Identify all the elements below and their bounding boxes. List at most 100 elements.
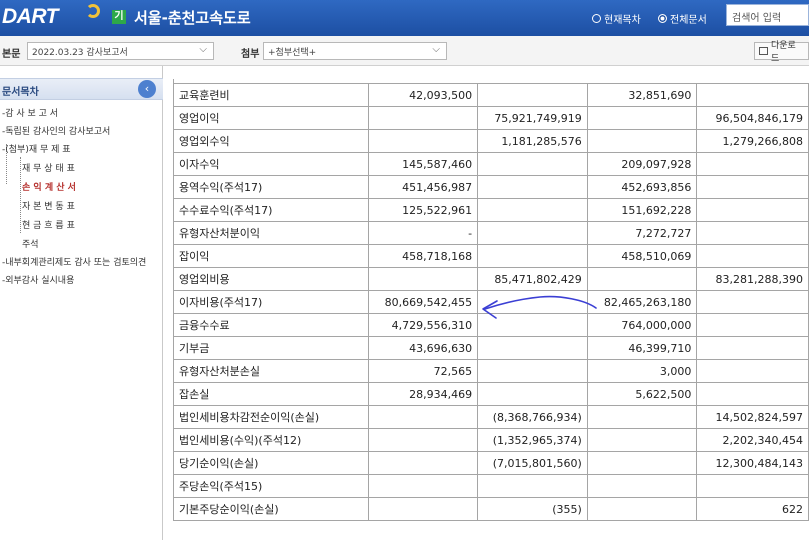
prior-total <box>696 221 809 245</box>
prior-detail <box>586 106 698 130</box>
table-row: 수수료수익(주석17) 125,522,961 151,692,228 <box>173 198 809 222</box>
current-detail <box>367 428 479 452</box>
prior-total: 14,502,824,597 <box>696 405 809 429</box>
company-type-badge: 기 <box>112 10 126 24</box>
table-row: 영업외비용 85,471,802,429 83,281,288,390 <box>173 267 809 291</box>
current-detail: 43,696,630 <box>367 336 479 360</box>
attach-select[interactable]: +첨부선택+ ⌵ <box>263 42 447 60</box>
toc-item-balance-sheet[interactable]: 재 무 상 태 표 <box>22 161 75 174</box>
app-header: DART 기 서울-춘천고속도로 현재목차 전체문서 검색어 입력 <box>0 0 809 36</box>
toc-item-independent-auditor[interactable]: -독립된 감사인의 감사보고서 <box>2 124 110 137</box>
current-detail: 42,093,500 <box>367 83 479 107</box>
table-row: 잡이익 458,718,168 458,510,069 <box>173 244 809 268</box>
prior-detail: 209,097,928 <box>586 152 698 176</box>
toc-item-notes[interactable]: 주석 <box>22 237 39 250</box>
current-total: (355) <box>477 497 588 521</box>
prior-total <box>696 336 809 360</box>
prior-total: 1,279,266,808 <box>696 129 809 153</box>
document-content: 교육훈련비 42,093,500 32,851,690 영업이익 75,921,749,… <box>170 66 809 540</box>
prior-detail <box>586 497 698 521</box>
toc-item-financial-statements[interactable]: -(첨부)재 무 제 표 <box>2 142 71 155</box>
prior-detail: 32,851,690 <box>586 83 698 107</box>
table-row: 유형자산처분이익 - 7,272,727 <box>173 221 809 245</box>
radio-all-docs[interactable]: 전체문서 <box>658 11 707 26</box>
toc-item-cash-flow[interactable]: 현 금 흐 름 표 <box>22 218 75 231</box>
prior-detail <box>586 428 698 452</box>
current-total <box>477 382 588 406</box>
prior-detail: 458,510,069 <box>586 244 698 268</box>
current-detail: 451,456,987 <box>367 175 479 199</box>
toc-item-equity-changes[interactable]: 자 본 변 동 표 <box>22 199 75 212</box>
prior-detail: 151,692,228 <box>586 198 698 222</box>
current-detail: 80,669,542,455 <box>367 290 479 314</box>
chevron-down-icon: ⌵ <box>199 44 207 55</box>
toc-sidebar: 문서목차 ‹ -감 사 보 고 서 -독립된 감사인의 감사보고서 -(첨부)재… <box>0 66 163 540</box>
prior-detail <box>586 129 698 153</box>
prior-detail <box>586 451 698 475</box>
current-total: 85,471,802,429 <box>477 267 588 291</box>
current-detail <box>367 497 479 521</box>
current-total: 75,921,749,919 <box>477 106 588 130</box>
prior-total: 2,202,340,454 <box>696 428 809 452</box>
radio-all-label: 전체문서 <box>670 15 707 26</box>
prior-total: 12,300,484,143 <box>696 451 809 475</box>
current-detail: 125,522,961 <box>367 198 479 222</box>
table-row: 법인세비용(수익)(주석12) (1,352,965,374) 2,202,340,… <box>173 428 809 452</box>
row-label: 유형자산처분이익 <box>173 221 369 245</box>
dart-logo[interactable]: DART <box>2 5 58 29</box>
main-doc-label: 본문 <box>2 49 21 60</box>
current-total <box>477 359 588 383</box>
toc-item-audit-report[interactable]: -감 사 보 고 서 <box>2 106 58 119</box>
row-label: 수수료수익(주석17) <box>173 198 369 222</box>
table-row: 금융수수료 4,729,556,310 764,000,000 <box>173 313 809 337</box>
table-row: 당기순이익(손실) (7,015,801,560) 12,300,484,143 <box>173 451 809 475</box>
prior-total <box>696 175 809 199</box>
logo-swoosh-icon <box>86 4 100 18</box>
dart-viewer: DART 기 서울-춘천고속도로 현재목차 전체문서 검색어 입력 본문 202… <box>0 0 809 540</box>
prior-total: 622 <box>696 497 809 521</box>
table-row: 교육훈련비 42,093,500 32,851,690 <box>173 83 809 107</box>
current-total: 1,181,285,576 <box>477 129 588 153</box>
row-label: 법인세비용차감전순이익(손실) <box>173 405 369 429</box>
current-total <box>477 474 588 498</box>
current-detail: - <box>367 221 479 245</box>
row-label: 영업외수익 <box>173 129 369 153</box>
radio-off-icon <box>592 14 601 23</box>
prior-detail: 7,272,727 <box>586 221 698 245</box>
toc-item-income-statement[interactable]: 손 익 계 산 서 <box>22 180 76 193</box>
download-button[interactable]: 다운로드 <box>754 41 809 64</box>
prior-detail: 764,000,000 <box>586 313 698 337</box>
row-label: 잡손실 <box>173 382 369 406</box>
main-doc-select-value: 2022.03.23 감사보고서 <box>32 48 128 58</box>
current-total: (8,368,766,934) <box>477 405 588 429</box>
row-label: 주당손익(주석15) <box>173 474 369 498</box>
toc-item-internal-control[interactable]: -내부회계관리제도 감사 또는 검토의견 <box>2 255 146 268</box>
prior-detail <box>586 267 698 291</box>
current-detail <box>367 474 479 498</box>
row-label: 영업외비용 <box>173 267 369 291</box>
row-label: 기본주당순이익(손실) <box>173 497 369 521</box>
radio-current-label: 현재목차 <box>604 15 641 26</box>
row-label: 기부금 <box>173 336 369 360</box>
attach-select-value: +첨부선택+ <box>268 48 317 58</box>
radio-current-toc[interactable]: 현재목차 <box>592 11 641 26</box>
prior-detail: 452,693,856 <box>586 175 698 199</box>
main-doc-select[interactable]: 2022.03.23 감사보고서 ⌵ <box>27 42 214 60</box>
table-row: 영업이익 75,921,749,919 96,504,846,179 <box>173 106 809 130</box>
current-total <box>477 198 588 222</box>
chevron-down-icon: ⌵ <box>432 44 440 55</box>
prior-total <box>696 152 809 176</box>
table-row: 주당손익(주석15) <box>173 474 809 498</box>
search-input[interactable]: 검색어 입력 <box>726 4 809 26</box>
chevron-left-icon[interactable]: ‹ <box>138 80 156 98</box>
toc-item-external-audit[interactable]: -외부감사 실시내용 <box>2 273 74 286</box>
row-label: 이자비용(주석17) <box>173 290 369 314</box>
prior-total <box>696 382 809 406</box>
current-detail: 28,934,469 <box>367 382 479 406</box>
prior-detail: 3,000 <box>586 359 698 383</box>
current-total <box>477 313 588 337</box>
row-label: 교육훈련비 <box>173 83 369 107</box>
current-detail: 4,729,556,310 <box>367 313 479 337</box>
row-label: 당기순이익(손실) <box>173 451 369 475</box>
current-total <box>477 221 588 245</box>
